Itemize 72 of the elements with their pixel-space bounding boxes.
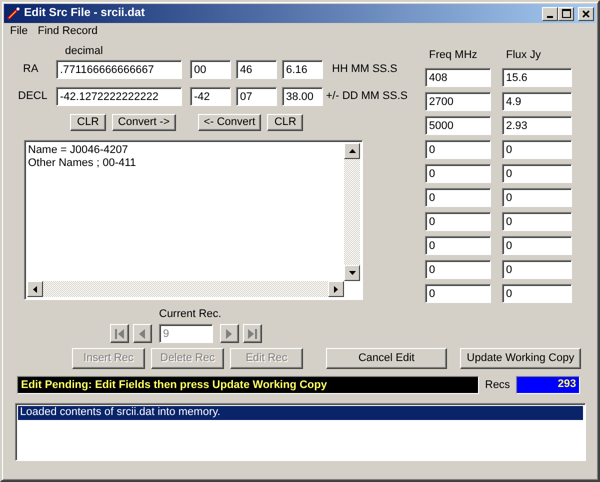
- scroll-down-button[interactable]: [344, 265, 360, 282]
- flux-field[interactable]: 4.9: [502, 92, 572, 112]
- frequency-field[interactable]: 5000: [425, 116, 491, 136]
- sexagesimal-field[interactable]: 38.00: [282, 87, 323, 106]
- convert-button[interactable]: <- Convert: [198, 114, 262, 132]
- record-button[interactable]: Update Working Copy: [460, 348, 581, 370]
- recs-label: Recs: [485, 378, 510, 392]
- maximize-button[interactable]: [558, 6, 574, 20]
- current-record-label: Current Rec.: [159, 308, 222, 320]
- right-icon: [225, 328, 234, 339]
- format-label: +/- DD MM SS.S: [326, 90, 408, 104]
- sexagesimal-field[interactable]: 6.16: [282, 60, 323, 80]
- flux-field[interactable]: 0: [502, 164, 572, 184]
- flux-field[interactable]: 0: [502, 140, 572, 160]
- frequency-field[interactable]: 0: [425, 164, 491, 184]
- maximize-icon: [562, 9, 570, 18]
- frequency-field[interactable]: 2700: [425, 92, 491, 112]
- sexagesimal-field[interactable]: -42: [190, 87, 231, 106]
- flux-field[interactable]: 0: [502, 236, 572, 256]
- coordinate-label: RA: [22, 63, 40, 76]
- decimal-field[interactable]: -42.1272222222222: [56, 87, 182, 106]
- frequency-field[interactable]: 0: [425, 236, 491, 256]
- right-arrow-icon: [334, 286, 338, 293]
- skip-left-icon: [115, 328, 124, 339]
- log-item[interactable]: Loaded contents of srcii.dat into memory.: [18, 406, 583, 420]
- flux-field[interactable]: 0: [502, 284, 572, 304]
- column-header: Flux Jy: [505, 49, 542, 62]
- window-title: Edit Src File - srcii.dat: [24, 6, 146, 20]
- frequency-field[interactable]: 0: [425, 260, 491, 280]
- scroll-up-button[interactable]: [344, 143, 360, 160]
- frequency-field[interactable]: 0: [425, 212, 491, 232]
- coordinate-label: DECL: [18, 90, 48, 104]
- sexagesimal-field[interactable]: 07: [236, 87, 277, 106]
- column-header: Freq MHz: [428, 49, 478, 62]
- down-arrow-icon: [348, 271, 356, 276]
- flux-field[interactable]: 0: [502, 260, 572, 280]
- recs-count: 293: [516, 376, 580, 394]
- close-icon: [582, 10, 590, 18]
- flux-field[interactable]: 0: [502, 212, 572, 232]
- left-arrow-icon: [33, 286, 37, 293]
- scroll-left-button[interactable]: [27, 281, 43, 298]
- flux-field[interactable]: 15.6: [502, 68, 572, 88]
- menu-item[interactable]: File: [10, 25, 28, 39]
- horizontal-scrollbar[interactable]: [27, 281, 344, 298]
- decimal-field[interactable]: .771166666666667: [56, 60, 182, 80]
- convert-button[interactable]: CLR: [70, 114, 106, 132]
- notes-box[interactable]: Name = J0046-4207 Other Names ; 00-411: [24, 140, 363, 300]
- sexagesimal-field[interactable]: 00: [190, 60, 231, 80]
- minimize-button[interactable]: [542, 6, 558, 20]
- skip-right-icon: [248, 328, 257, 339]
- flux-field[interactable]: 2.93: [502, 116, 572, 136]
- close-button[interactable]: [578, 6, 594, 20]
- menu-item[interactable]: Find Record: [38, 25, 98, 39]
- format-label: HH MM SS.S: [332, 63, 398, 76]
- up-arrow-icon: [348, 149, 356, 154]
- minimize-icon: [547, 16, 553, 18]
- column-label: decimal: [65, 45, 103, 57]
- status-message: Edit Pending: Edit Fields then press Update Working Copy: [17, 376, 479, 394]
- frequency-field[interactable]: 0: [425, 140, 491, 160]
- convert-button[interactable]: CLR: [267, 114, 304, 132]
- log-list[interactable]: Loaded contents of srcii.dat into memory.: [15, 403, 586, 462]
- scroll-right-button[interactable]: [328, 281, 344, 298]
- convert-button[interactable]: Convert ->: [112, 114, 176, 132]
- record-button[interactable]: Cancel Edit: [326, 348, 447, 370]
- app-icon: [6, 6, 20, 20]
- frequency-field[interactable]: 0: [425, 188, 491, 208]
- flux-field[interactable]: 0: [502, 188, 572, 208]
- left-icon: [138, 328, 147, 339]
- frequency-field[interactable]: 408: [425, 68, 491, 88]
- frequency-field[interactable]: 0: [425, 284, 491, 304]
- sexagesimal-field[interactable]: 46: [236, 60, 277, 80]
- vertical-scrollbar[interactable]: [344, 143, 360, 282]
